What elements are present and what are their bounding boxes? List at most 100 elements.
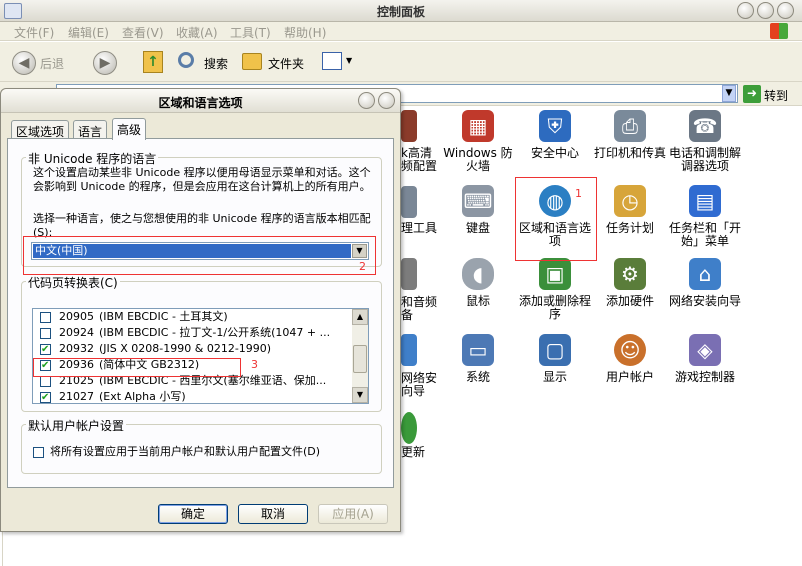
- tab-advanced[interactable]: 高级: [112, 118, 147, 140]
- go-arrow-icon[interactable]: ➜: [743, 85, 761, 103]
- windows-logo-icon: [770, 23, 788, 39]
- cp-item-security-center[interactable]: ⛨ 安全中心: [515, 110, 595, 160]
- menu-file[interactable]: 文件(F): [14, 24, 54, 41]
- codepage-checkbox[interactable]: [40, 328, 51, 339]
- back-button-label[interactable]: 后退: [40, 55, 64, 72]
- codepage-desc: (IBM EBCDIC - 西里尔文(塞尔维亚语、保加...: [99, 374, 327, 387]
- codepage-desc: (Ext Alpha 小写): [99, 390, 186, 403]
- folders-button-label[interactable]: 文件夹: [268, 55, 304, 72]
- dialog-close-button[interactable]: [378, 92, 395, 109]
- scroll-down-icon[interactable]: ▼: [352, 387, 368, 403]
- codepage-desc: (IBM EBCDIC - 土耳其文): [99, 310, 228, 323]
- search-button-label[interactable]: 搜索: [204, 55, 228, 72]
- apply-default-user-label[interactable]: 将所有设置应用于当前用户帐户和默认用户配置文件(D): [50, 445, 320, 459]
- network-wizard-icon: ⌂: [689, 258, 721, 290]
- folders-icon[interactable]: [242, 53, 262, 70]
- cp-item-game-controllers[interactable]: ◈ 游戏控制器: [665, 334, 745, 384]
- apply-button[interactable]: 应用(A): [318, 504, 388, 524]
- codepage-row[interactable]: 20924 (IBM EBCDIC - 拉丁文-1/公开系统(1047 + ..…: [33, 325, 353, 341]
- dialog-title-bar: 区域和语言选项: [1, 89, 400, 113]
- back-arrow-icon[interactable]: ◀: [12, 51, 36, 75]
- close-button[interactable]: [777, 2, 794, 19]
- codepage-group-label: 代码页转换表(C): [26, 274, 120, 291]
- window-title: 控制面板: [376, 5, 425, 19]
- mouse-icon: ◖: [462, 258, 494, 290]
- cp-item-taskbar[interactable]: ▤ 任务栏和「开始」菜单: [665, 185, 745, 248]
- language-select[interactable]: 中文(中国) ▼: [31, 242, 369, 260]
- cp-item-network-wizard[interactable]: ⌂ 网络安装向导: [665, 258, 745, 308]
- chevron-down-icon[interactable]: ▼: [352, 244, 367, 258]
- cp-item-add-remove[interactable]: ▣ 添加或删除程序: [515, 258, 595, 321]
- toolbar: ◀ 后退 ▶ ↑ 搜索 文件夹 ▼: [0, 42, 802, 82]
- partial-item-label: 理工具: [401, 221, 438, 235]
- partial-item-label: 更新: [401, 445, 426, 459]
- cp-item-user-accounts[interactable]: ☺ 用户帐户: [590, 334, 670, 384]
- views-dropdown-icon[interactable]: ▼: [346, 56, 352, 65]
- cp-item-system[interactable]: ▭ 系统: [438, 334, 518, 384]
- cp-item-label: 电话和调制解调器选项: [668, 146, 741, 173]
- cp-item-regional-language[interactable]: ◍ 区域和语言选项: [515, 185, 595, 248]
- user-accounts-icon: ☺: [614, 334, 646, 366]
- cancel-button[interactable]: 取消: [238, 504, 308, 524]
- cp-item-firewall[interactable]: ▦ Windows 防火墙: [438, 110, 518, 173]
- ok-button[interactable]: 确定: [158, 504, 228, 524]
- address-dropdown-icon[interactable]: ▼: [722, 85, 736, 102]
- cp-item-label: Windows 防火墙: [443, 146, 513, 173]
- cp-item-label: 添加或删除程序: [518, 294, 591, 321]
- minimize-button[interactable]: [737, 2, 754, 19]
- search-icon[interactable]: [178, 52, 194, 68]
- codepage-code: 20932: [59, 342, 94, 355]
- codepage-desc: (简体中文 GB2312): [99, 358, 200, 371]
- cp-item-phone-modem[interactable]: ☎ 电话和调制解调器选项: [665, 110, 745, 173]
- menu-bar: 文件(F) 编辑(E) 查看(V) 收藏(A) 工具(T) 帮助(H): [0, 22, 802, 41]
- apply-default-user-checkbox[interactable]: [33, 447, 44, 458]
- forward-arrow-icon[interactable]: ▶: [93, 51, 117, 75]
- codepage-checkbox[interactable]: [40, 358, 51, 373]
- tab-regional-options[interactable]: 区域选项: [11, 120, 70, 139]
- cp-item-label: 系统: [465, 370, 490, 384]
- cp-item-display[interactable]: ▢ 显示: [515, 334, 595, 384]
- cp-item-add-hardware[interactable]: ⚙ 添加硬件: [590, 258, 670, 308]
- cp-item-scheduled-tasks[interactable]: ◷ 任务计划: [590, 185, 670, 235]
- codepage-list[interactable]: 20905 (IBM EBCDIC - 土耳其文) 20924 (IBM EBC…: [32, 308, 369, 404]
- menu-help[interactable]: 帮助(H): [284, 24, 326, 41]
- codepage-checkbox[interactable]: [40, 376, 51, 387]
- dialog-help-button[interactable]: [358, 92, 375, 109]
- default-user-group-label: 默认用户帐户设置: [26, 417, 127, 434]
- codepage-row[interactable]: 20905 (IBM EBCDIC - 土耳其文): [33, 309, 353, 325]
- go-button-label[interactable]: 转到: [764, 87, 788, 104]
- cp-item-printers[interactable]: ⎙ 打印机和传真: [590, 110, 670, 160]
- menu-favorites[interactable]: 收藏(A): [176, 24, 218, 41]
- up-folder-icon[interactable]: ↑: [143, 51, 163, 73]
- system-icon: ▭: [462, 334, 494, 366]
- menu-view[interactable]: 查看(V): [122, 24, 164, 41]
- taskbar-icon: ▤: [689, 185, 721, 217]
- language-select-value: 中文(中国): [33, 244, 351, 258]
- cp-item-keyboard[interactable]: ⌨ 键盘: [438, 185, 518, 235]
- maximize-button[interactable]: [757, 2, 774, 19]
- annotation-number-1: 1: [575, 187, 582, 200]
- codepage-checkbox[interactable]: [40, 312, 51, 323]
- menu-tools[interactable]: 工具(T): [230, 24, 271, 41]
- partial-item-label: 频配置: [401, 159, 438, 173]
- codepage-row[interactable]: 20932 (JIS X 0208-1990 & 0212-1990): [33, 341, 353, 357]
- codepage-code: 20924: [59, 326, 94, 339]
- codepage-checkbox[interactable]: [40, 342, 51, 357]
- tab-languages[interactable]: 语言: [73, 120, 108, 139]
- views-icon[interactable]: [322, 52, 342, 70]
- codepage-scrollbar[interactable]: ▲ ▼: [352, 309, 368, 403]
- codepage-row[interactable]: 21025 (IBM EBCDIC - 西里尔文(塞尔维亚语、保加...: [33, 373, 353, 389]
- scroll-thumb[interactable]: [353, 345, 367, 373]
- cp-item-mouse[interactable]: ◖ 鼠标: [438, 258, 518, 308]
- codepage-row[interactable]: 21027 (Ext Alpha 小写): [33, 389, 353, 403]
- partial-item-icon: [401, 334, 417, 366]
- scroll-up-icon[interactable]: ▲: [352, 309, 368, 325]
- codepage-row[interactable]: 20936 (简体中文 GB2312): [33, 357, 353, 373]
- codepage-checkbox[interactable]: [40, 390, 51, 403]
- cp-item-label: 任务栏和「开始」菜单: [668, 221, 741, 248]
- menu-edit[interactable]: 编辑(E): [68, 24, 109, 41]
- game-controller-icon: ◈: [689, 334, 721, 366]
- annotation-number-3: 3: [251, 358, 258, 371]
- cp-item-label: 安全中心: [530, 146, 579, 160]
- left-pane: [2, 530, 215, 566]
